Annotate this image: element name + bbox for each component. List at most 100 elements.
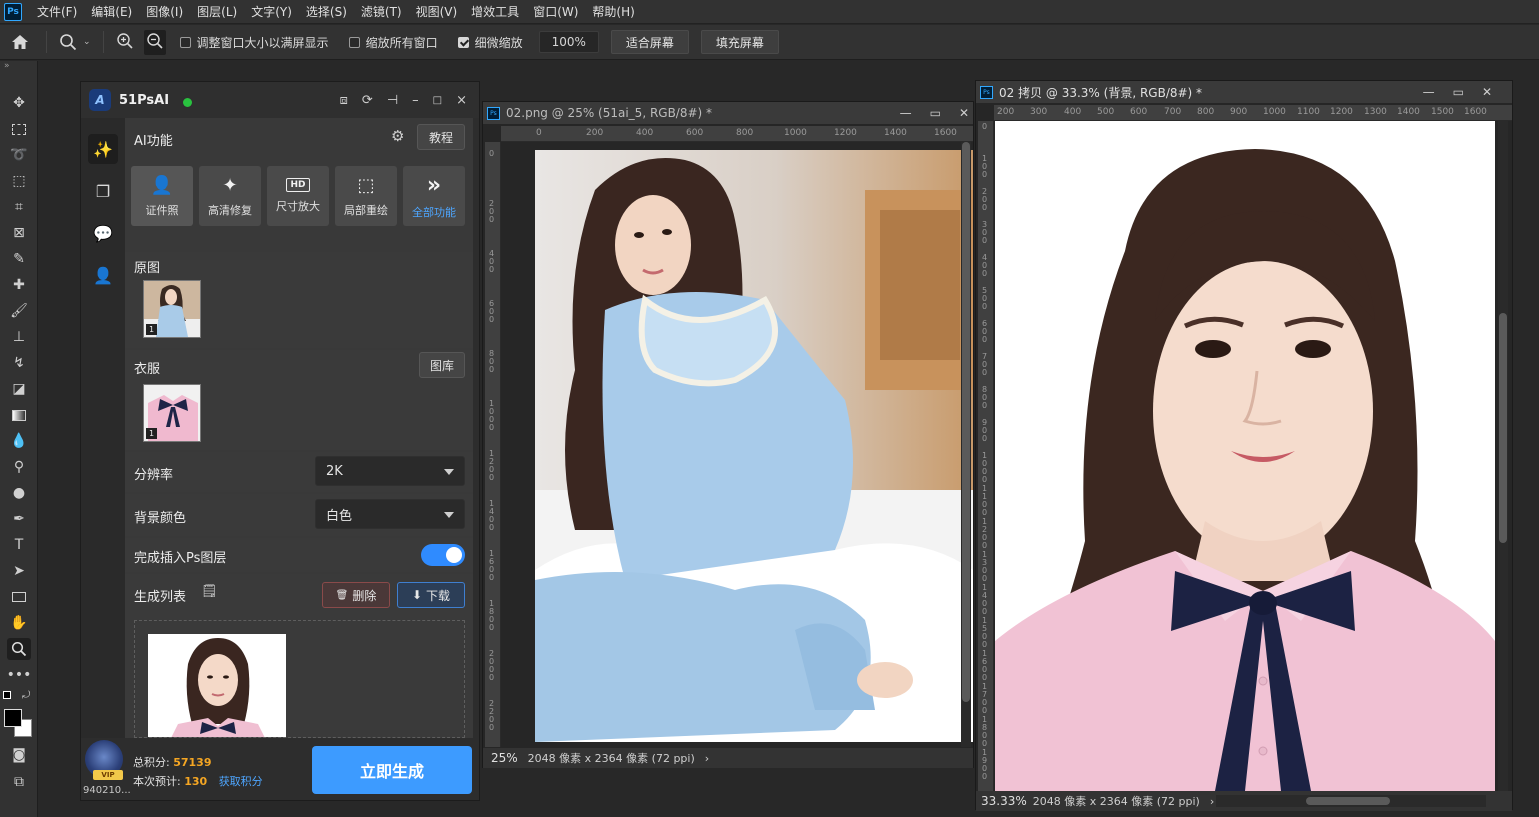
user-settings-icon[interactable]: 👤 [88, 260, 118, 290]
function-all[interactable]: » 全部功能 [403, 166, 465, 226]
fill-screen-button[interactable]: 填充屏幕 [700, 30, 779, 54]
tutorial-button[interactable]: 教程 [417, 124, 465, 150]
scrubby-zoom-checkbox[interactable]: 细微缩放 [457, 34, 523, 51]
vertical-scrollbar[interactable] [961, 142, 971, 747]
eyedropper-tool-icon[interactable]: ✎ [7, 248, 31, 270]
dodge-tool-icon[interactable]: ⚲ [7, 456, 31, 478]
vertical-ruler[interactable]: 0 2 0 0 4 0 0 6 0 0 8 0 0 1 0 0 0 1 2 0 … [485, 142, 501, 747]
close-icon[interactable]: ✕ [959, 106, 969, 120]
menu-filter[interactable]: 滤镜(T) [354, 3, 409, 20]
clothes-thumbnail[interactable]: 1 [143, 384, 201, 442]
horizontal-scrollbar[interactable] [1216, 795, 1486, 807]
insert-layer-toggle[interactable] [421, 544, 465, 566]
pen-tool-icon[interactable]: ✒ [7, 508, 31, 530]
vertical-scrollbar[interactable] [1498, 121, 1508, 791]
history-brush-tool-icon[interactable]: ↯ [7, 352, 31, 374]
swap-colors-icon[interactable]: ⤾ [22, 690, 30, 701]
restore-icon[interactable]: ▭ [1453, 85, 1464, 99]
blur-tool-icon[interactable]: 💧 [7, 430, 31, 452]
zoom-level[interactable]: 25% [491, 751, 518, 765]
menu-layer[interactable]: 图层(L) [190, 3, 244, 20]
zoom-in-button[interactable] [116, 32, 134, 53]
checkbox-box[interactable] [179, 36, 191, 48]
document-tab[interactable]: Ps 02 拷贝 @ 33.3% (背景, RGB/8#) * — ▭ ✕ [976, 81, 1512, 103]
screenshot-icon[interactable]: ⧈ [340, 93, 348, 108]
more-tools-icon[interactable]: ••• [7, 664, 32, 686]
refresh-icon[interactable]: ⟳ [362, 93, 373, 108]
horizontal-ruler[interactable]: 200 300 400 500 600 700 800 900 1000 110… [994, 105, 1512, 121]
menu-edit[interactable]: 编辑(E) [84, 3, 139, 20]
menu-type[interactable]: 文字(Y) [244, 3, 299, 20]
move-tool-icon[interactable]: ✥ [7, 92, 31, 114]
status-chevron-icon[interactable]: › [705, 752, 709, 765]
scrollbar-thumb[interactable] [1499, 313, 1507, 543]
zoom-tool-icon[interactable] [7, 638, 31, 660]
frame-tool-icon[interactable]: ⊠ [7, 222, 31, 244]
menu-window[interactable]: 窗口(W) [526, 3, 585, 20]
minimize-icon[interactable]: – [412, 93, 419, 108]
healing-brush-tool-icon[interactable]: ✚ [7, 274, 31, 296]
document-canvas-image[interactable] [995, 121, 1495, 791]
function-upscale[interactable]: HD 尺寸放大 [267, 166, 329, 226]
menu-help[interactable]: 帮助(H) [585, 3, 641, 20]
function-region-redraw[interactable]: ⬚ 局部重绘 [335, 166, 397, 226]
rectangle-tool-icon[interactable] [7, 586, 31, 608]
minimize-icon[interactable]: — [900, 106, 912, 120]
zoom-tool-preset[interactable]: ⌄ [59, 33, 91, 51]
close-icon[interactable]: ✕ [1482, 85, 1492, 99]
chat-icon[interactable]: 💬 [88, 218, 118, 248]
menu-plugins[interactable]: 增效工具 [464, 3, 526, 20]
hand-tool-icon[interactable]: ✋ [7, 612, 31, 634]
marquee-tool-icon[interactable] [7, 118, 31, 140]
checkbox-box-checked[interactable] [457, 36, 469, 48]
gradient-tool-icon[interactable] [7, 404, 31, 426]
bg-color-select[interactable]: 白色 [315, 499, 465, 529]
document-canvas-image[interactable] [535, 150, 973, 742]
restore-icon[interactable]: ▭ [930, 106, 941, 120]
delete-button[interactable]: 🗑 删除 [322, 582, 390, 608]
sponge-tool-icon[interactable]: ● [7, 482, 31, 504]
settings-gear-icon[interactable]: ⚙ [391, 127, 404, 145]
resolution-select[interactable]: 2K [315, 456, 465, 486]
download-button[interactable]: ⬇ 下载 [397, 582, 465, 608]
default-colors-icon[interactable] [3, 691, 11, 699]
resize-windows-checkbox[interactable]: 调整窗口大小以满屏显示 [179, 34, 329, 51]
type-tool-icon[interactable]: T [7, 534, 31, 556]
fit-screen-button[interactable]: 适合屏幕 [610, 30, 689, 54]
menu-file[interactable]: 文件(F) [30, 3, 84, 20]
checkbox-box[interactable] [348, 36, 360, 48]
scrollbar-thumb[interactable] [1306, 797, 1390, 805]
get-points-link[interactable]: 获取积分 [219, 775, 263, 788]
scrollbar-thumb[interactable] [962, 142, 970, 702]
gallery-button[interactable]: 图库 [419, 352, 465, 378]
zoom-all-checkbox[interactable]: 缩放所有窗口 [348, 34, 438, 51]
quick-select-tool-icon[interactable]: ⬚ [7, 170, 31, 192]
horizontal-ruler[interactable]: 0 200 400 600 800 1000 1200 1400 1600 [501, 126, 973, 142]
collapse-arrows-icon[interactable]: » [4, 61, 10, 71]
magic-wand-icon[interactable]: ✨ [88, 134, 118, 164]
restore-icon[interactable]: □ [433, 95, 442, 106]
generated-result-thumbnail[interactable] [148, 634, 286, 737]
document-tab[interactable]: Ps 02.png @ 25% (51ai_5, RGB/8#) * — ▭ ✕ [483, 102, 973, 124]
status-chevron-icon[interactable]: › [1210, 795, 1214, 808]
eraser-tool-icon[interactable]: ◪ [7, 378, 31, 400]
layers-icon[interactable]: ❐ [88, 176, 118, 206]
notes-icon[interactable]: 🗒 [201, 584, 218, 599]
crop-tool-icon[interactable]: ⌗ [7, 196, 31, 218]
path-selection-tool-icon[interactable]: ➤ [7, 560, 31, 582]
home-button[interactable] [0, 34, 40, 50]
menu-image[interactable]: 图像(I) [139, 3, 190, 20]
minimize-icon[interactable]: — [1423, 85, 1435, 99]
generate-button[interactable]: 立即生成 [312, 746, 472, 794]
close-icon[interactable]: × [456, 93, 467, 108]
function-hd-restore[interactable]: ✦ 高清修复 [199, 166, 261, 226]
vertical-ruler[interactable]: 0 1 0 0 2 0 0 3 0 0 4 0 0 5 0 0 6 0 0 7 … [978, 121, 994, 791]
lasso-tool-icon[interactable]: ➰ [7, 144, 31, 166]
function-id-photo[interactable]: 👤 证件照 [131, 166, 193, 226]
zoom-level[interactable]: 33.33% [981, 794, 1027, 808]
zoom-percentage-field[interactable]: 100% [538, 31, 599, 53]
original-thumbnail[interactable]: 1 [143, 280, 201, 338]
pin-icon[interactable]: ⊣ [387, 93, 398, 108]
menu-select[interactable]: 选择(S) [299, 3, 354, 20]
menu-view[interactable]: 视图(V) [409, 3, 465, 20]
